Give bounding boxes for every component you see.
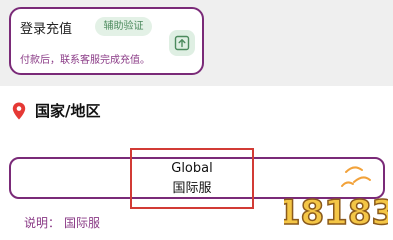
login-recharge-subtitle: 付款后，联系客服完成充值。 xyxy=(20,55,150,66)
upload-icon xyxy=(174,35,190,51)
region-title: 国家/地区 xyxy=(35,102,101,120)
region-heading: 国家/地区 xyxy=(12,100,100,121)
login-recharge-title: 登录充值 xyxy=(20,22,73,37)
login-recharge-card[interactable]: 登录充值 辅助验证 付款后，联系客服完成充值。 xyxy=(9,7,204,75)
watermark-logo: 18183 xyxy=(284,166,388,234)
assist-verify-badge: 辅助验证 xyxy=(95,17,152,36)
region-description: 说明： 国际服 xyxy=(24,214,100,231)
description-label: 说明： xyxy=(24,216,61,230)
location-pin-icon xyxy=(12,102,26,119)
upload-button[interactable] xyxy=(169,30,195,56)
svg-text:18183: 18183 xyxy=(284,193,388,233)
description-value: 国际服 xyxy=(64,216,101,230)
highlight-box xyxy=(130,148,254,209)
